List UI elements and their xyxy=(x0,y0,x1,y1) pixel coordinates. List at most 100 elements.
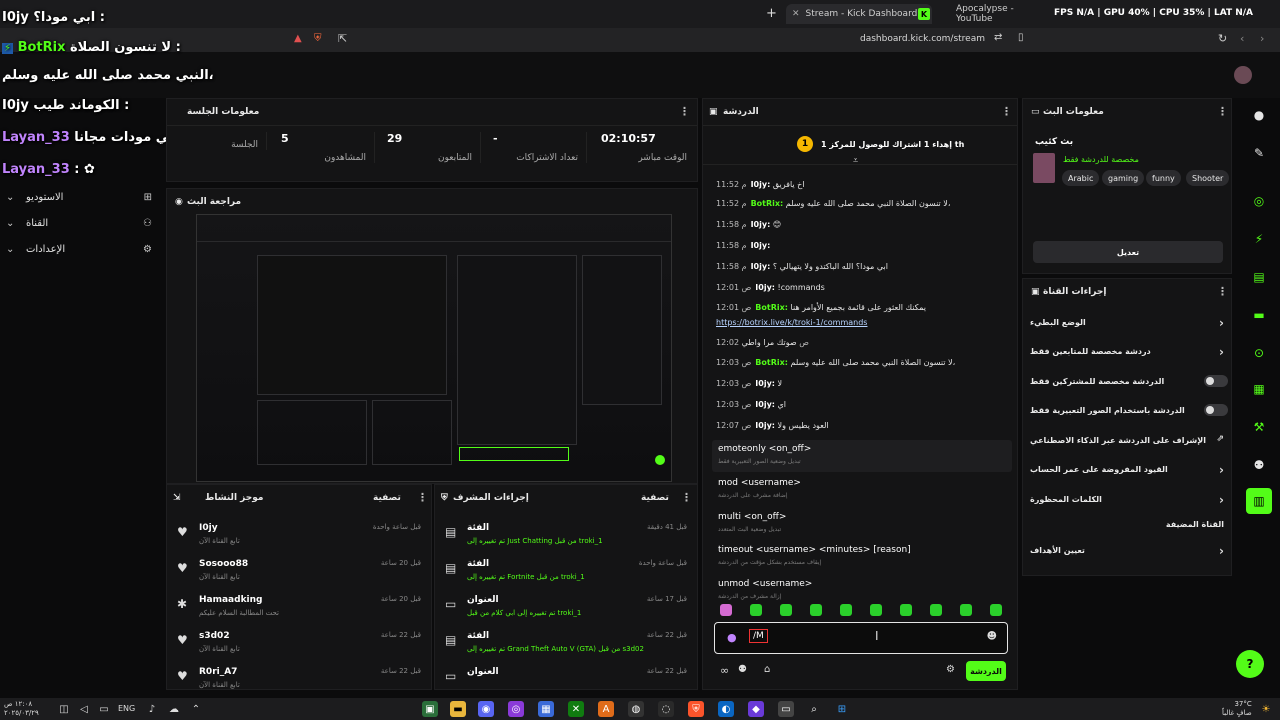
calendar-icon[interactable]: ▦ xyxy=(538,701,554,717)
steam-icon[interactable]: ◌ xyxy=(658,701,674,717)
clock[interactable]: ١٢:٠٨ ص ٢٠٢٥/٠٣/٢٩ xyxy=(4,700,39,718)
warning-icon[interactable]: ▲ xyxy=(294,33,302,44)
store-icon[interactable]: ⌂ xyxy=(764,664,770,675)
command-suggestion[interactable]: timeout <username> <minutes> [reason] إيق… xyxy=(712,541,1012,573)
emote-icon[interactable] xyxy=(990,604,1002,616)
volume-icon[interactable]: ◁ xyxy=(76,701,92,717)
emoji-icon[interactable]: ☻ xyxy=(987,631,997,642)
tab-kick-dashboard[interactable]: ✕ Stream - Kick Dashboard K xyxy=(786,4,932,24)
app-icon[interactable]: ◎ xyxy=(508,701,524,717)
emote-icon[interactable] xyxy=(960,604,972,616)
chevron-down-icon[interactable]: ⩡ xyxy=(853,156,858,166)
more-icon[interactable]: ⋮ xyxy=(1001,105,1012,118)
windows-start-icon[interactable]: ⊞ xyxy=(834,701,850,717)
home-icon[interactable]: ● xyxy=(1246,102,1272,128)
site-settings-icon[interactable]: ⇄ xyxy=(994,32,1002,43)
obs-icon[interactable]: ◍ xyxy=(628,701,644,717)
app-icon[interactable]: ▣ xyxy=(422,701,438,717)
command-suggestion[interactable]: unmod <username> إزالة مشرف من الدردشة xyxy=(712,575,1012,607)
weather-widget[interactable]: 37°C صافٍ غالباً xyxy=(1222,700,1252,718)
brave-shield-icon[interactable]: ⛨ xyxy=(314,33,322,44)
emote-icon[interactable] xyxy=(720,604,732,616)
close-icon[interactable]: ✕ xyxy=(792,9,800,19)
action-account-age[interactable]: القيود المفروضة على عمر الحساب › xyxy=(1030,461,1228,483)
emote-icon[interactable] xyxy=(870,604,882,616)
more-icon[interactable]: ⋮ xyxy=(417,491,428,504)
tag-chip[interactable]: gaming xyxy=(1102,170,1145,186)
reload-icon[interactable]: ↻ xyxy=(1218,32,1227,45)
command-suggestion[interactable]: emoteonly <on_off> تبديل وضعية الصور التع… xyxy=(712,440,1012,472)
emote-icon[interactable] xyxy=(840,604,852,616)
command-suggestion[interactable]: multi <on_off> تبديل وضعية البث المتعدد xyxy=(712,508,1012,540)
users-icon[interactable]: ⚉ xyxy=(738,664,747,675)
chevron-up-icon[interactable]: ⌃ xyxy=(188,701,204,717)
action-subs-only[interactable]: الدردشة مخصصة للمشتركين فقط xyxy=(1030,373,1228,395)
app-icon[interactable]: ◆ xyxy=(748,701,764,717)
emote-icon[interactable] xyxy=(930,604,942,616)
tab-youtube[interactable]: Apocalypse - YouTube xyxy=(950,4,1050,24)
command-suggestion[interactable]: mod <username> إضافة مشرف على الدردشة xyxy=(712,474,1012,506)
layout-icon[interactable]: ▦ xyxy=(1246,376,1272,402)
pinned-goal[interactable]: 1 إهداء 1 اشتراك للوصول للمركز 1 th ⩡ xyxy=(703,125,1017,166)
notifications-icon[interactable]: ◫ xyxy=(56,701,72,717)
new-tab-icon[interactable]: + xyxy=(766,6,777,21)
search-icon[interactable]: ⌕ xyxy=(806,701,822,717)
brave-icon[interactable]: ⛨ xyxy=(688,701,704,717)
send-button[interactable]: الدردشة xyxy=(966,661,1006,681)
share-icon[interactable]: ⇱ xyxy=(338,32,347,45)
back-icon[interactable]: ‹ xyxy=(1240,32,1244,45)
more-icon[interactable]: ⋮ xyxy=(681,491,692,504)
filter-button[interactable]: تصفية xyxy=(641,493,669,503)
filter-button[interactable]: تصفية xyxy=(373,493,401,503)
emote-icon[interactable] xyxy=(810,604,822,616)
stream-category[interactable]: مخصصة للدردشة فقط xyxy=(1063,155,1139,164)
target-icon[interactable]: ◎ xyxy=(1246,188,1272,214)
more-icon[interactable]: ⋮ xyxy=(1217,285,1228,298)
help-chat-icon[interactable]: ? xyxy=(1236,650,1264,678)
nav-studio[interactable]: ⌄ الاستوديو ⊞ xyxy=(0,186,160,208)
chat-icon[interactable]: ▬ xyxy=(1246,302,1272,328)
app-icon[interactable]: A xyxy=(598,701,614,717)
pencil-icon[interactable]: ✎ xyxy=(1246,140,1272,166)
tag-chip[interactable]: Shooter xyxy=(1186,170,1230,186)
network-icon[interactable]: ▭ xyxy=(96,701,112,717)
chat-input[interactable]: ● /M I ☻ xyxy=(714,622,1008,654)
avatar[interactable] xyxy=(1234,66,1252,84)
folder-icon[interactable]: ▬ xyxy=(450,701,466,717)
action-followers-only[interactable]: دردشة مخصصة للمتابعين فقط › xyxy=(1030,343,1228,365)
bookmark-icon[interactable]: ▯ xyxy=(1018,32,1024,43)
forward-icon[interactable]: › xyxy=(1260,32,1264,45)
edge-icon[interactable]: ◐ xyxy=(718,701,734,717)
users-icon[interactable]: ⚉ xyxy=(1246,452,1272,478)
bolt-icon[interactable]: ⚡ xyxy=(1246,226,1272,252)
edit-button[interactable]: تعديل xyxy=(1033,241,1223,263)
emote-icon[interactable] xyxy=(900,604,912,616)
more-icon[interactable]: ⋮ xyxy=(679,105,690,118)
action-emote-only[interactable]: الدردشة باستخدام الصور التعبيرية فقط xyxy=(1030,402,1228,424)
gear-icon[interactable]: ⚙ xyxy=(946,664,955,675)
action-set-goals[interactable]: تعيين الأهداف › xyxy=(1030,542,1228,564)
emote-icon[interactable] xyxy=(750,604,762,616)
tag-chip[interactable]: funny xyxy=(1146,170,1181,186)
infinity-icon[interactable]: ∞ xyxy=(720,664,729,677)
xbox-icon[interactable]: ✕ xyxy=(568,701,584,717)
taskview-icon[interactable]: ▭ xyxy=(778,701,794,717)
add-widget-icon[interactable]: ▥ xyxy=(1246,488,1272,514)
document-icon[interactable]: ▤ xyxy=(1246,264,1272,290)
discord-icon[interactable]: ◉ xyxy=(478,701,494,717)
action-ai-moderation[interactable]: الإشراف على الدردشة عبر الذكاء الاصطناعي… xyxy=(1030,432,1228,454)
nav-channel[interactable]: ⌄ القناة ⚇ xyxy=(0,212,160,234)
mic-icon[interactable]: ● xyxy=(727,631,737,644)
broadcast-icon[interactable]: ⊙ xyxy=(1246,340,1272,366)
emote-icon[interactable] xyxy=(780,604,792,616)
action-slow-mode[interactable]: الوضع البطيء › xyxy=(1030,314,1228,336)
cloud-icon[interactable]: ☁ xyxy=(166,701,182,717)
action-banned-words[interactable]: الكلمات المحظورة › xyxy=(1030,491,1228,513)
wrench-icon[interactable]: ⚒ xyxy=(1246,414,1272,440)
more-icon[interactable]: ⋮ xyxy=(1217,105,1228,118)
stream-preview-video[interactable] xyxy=(196,214,672,482)
language-indicator[interactable]: ENG xyxy=(118,704,135,713)
nav-settings[interactable]: ⌄ الإعدادات ⚙ xyxy=(0,238,160,260)
mic-icon[interactable]: ♪ xyxy=(144,701,160,717)
url-field[interactable]: dashboard.kick.com/stream xyxy=(860,34,985,44)
